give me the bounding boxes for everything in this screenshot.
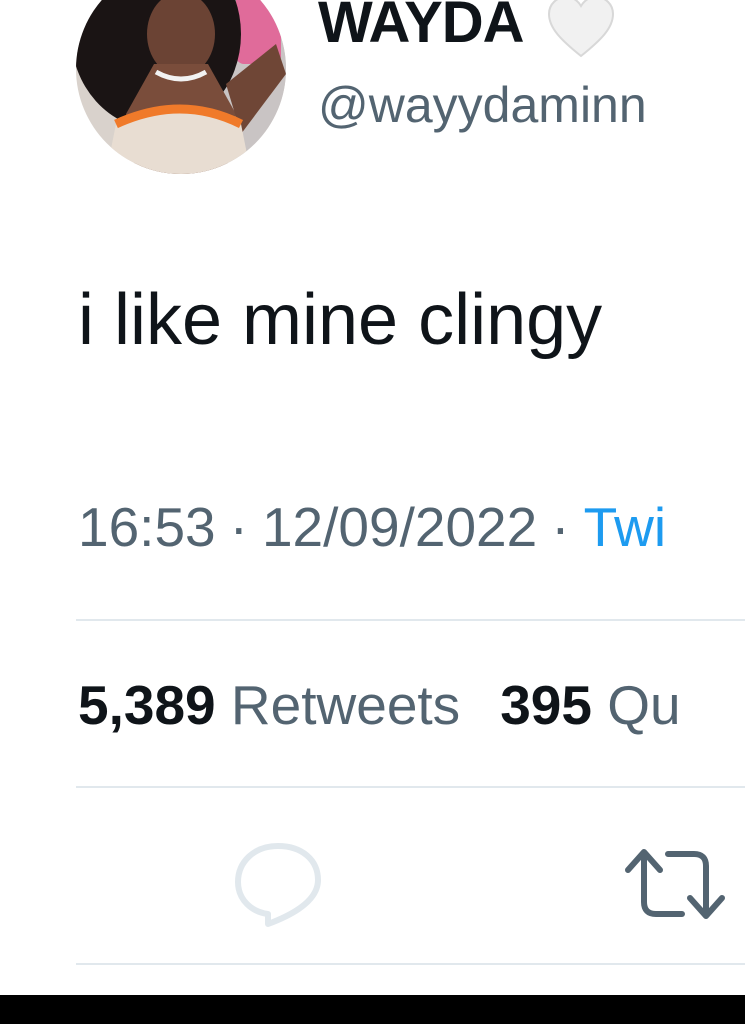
tweet-date[interactable]: 12/09/2022 xyxy=(262,496,537,558)
bottom-black-bar xyxy=(0,995,745,1024)
divider xyxy=(76,619,745,621)
quotes-stat[interactable]: 395 Qu xyxy=(500,674,680,736)
meta-separator: · xyxy=(229,496,248,558)
tweet-card: WAYDA @wayydaminn i like mine clingy 16:… xyxy=(0,0,745,995)
tweet-time[interactable]: 16:53 xyxy=(78,496,216,558)
quotes-label: Qu xyxy=(607,674,681,736)
tweet-stats: 5,389 Retweets 395 Qu xyxy=(78,678,681,733)
tweet-text: i like mine clingy xyxy=(78,280,603,360)
white-heart-icon xyxy=(547,0,615,58)
tweet-meta: 16:53 · 12/09/2022 · Twi xyxy=(78,500,666,555)
avatar[interactable] xyxy=(76,0,286,174)
user-handle[interactable]: @wayydaminn xyxy=(318,80,647,130)
retweet-icon[interactable] xyxy=(620,844,730,924)
retweets-count: 5,389 xyxy=(78,674,216,736)
tweet-source-link[interactable]: Twi xyxy=(584,496,667,558)
reply-icon[interactable] xyxy=(230,838,326,928)
screenshot-page: WAYDA @wayydaminn i like mine clingy 16:… xyxy=(0,0,745,1024)
meta-separator: · xyxy=(551,496,570,558)
display-name[interactable]: WAYDA xyxy=(318,0,525,52)
avatar-photo xyxy=(76,0,286,174)
retweets-stat[interactable]: 5,389 Retweets xyxy=(78,674,460,736)
divider xyxy=(76,963,745,965)
retweets-label: Retweets xyxy=(230,674,461,736)
divider xyxy=(76,786,745,788)
quotes-count: 395 xyxy=(500,674,592,736)
